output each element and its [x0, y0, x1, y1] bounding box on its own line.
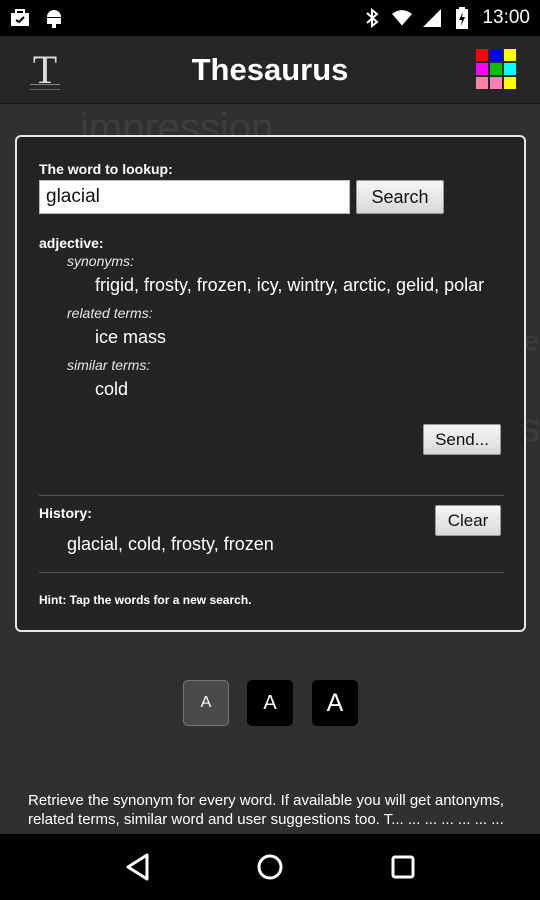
color-grid-icon[interactable] — [476, 49, 518, 91]
signal-icon — [422, 8, 442, 28]
font-size-large-button[interactable]: A — [312, 680, 358, 726]
bluetooth-icon — [362, 8, 382, 28]
back-icon[interactable] — [117, 847, 157, 887]
app-title: Thesaurus — [191, 51, 349, 87]
synonyms-list[interactable]: frigid, frosty, frozen, icy, wintry, arc… — [95, 275, 484, 296]
color-grid-cell — [504, 77, 516, 89]
search-button[interactable]: Search — [356, 180, 444, 214]
app-bar: T Thesaurus — [0, 36, 540, 104]
wifi-icon — [392, 8, 413, 28]
divider — [39, 572, 504, 573]
app-logo-icon: T — [22, 46, 68, 94]
font-size-medium-button[interactable]: A — [247, 680, 293, 726]
thesaurus-card: The word to lookup: Search adjective: sy… — [15, 135, 526, 632]
similar-terms-label: similar terms: — [67, 357, 151, 373]
status-bar: 13:00 — [0, 0, 540, 36]
divider — [39, 495, 504, 496]
main-content: impression depiction abstraction thesaur… — [0, 104, 540, 834]
lookup-label: The word to lookup: — [39, 161, 173, 177]
clock: 13:00 — [482, 7, 530, 28]
word-input[interactable] — [39, 180, 350, 214]
related-terms-list[interactable]: ice mass — [95, 327, 166, 348]
color-grid-cell — [490, 63, 502, 75]
briefcase-icon — [10, 8, 30, 28]
home-icon[interactable] — [250, 847, 290, 887]
send-button[interactable]: Send... — [423, 424, 501, 455]
color-grid-cell — [504, 63, 516, 75]
font-size-small-button[interactable]: A — [183, 680, 229, 726]
similar-terms-list[interactable]: cold — [95, 379, 128, 400]
android-icon — [44, 8, 64, 28]
synonyms-label: synonyms: — [67, 253, 134, 269]
related-terms-label: related terms: — [67, 305, 153, 321]
color-grid-cell — [476, 49, 488, 61]
color-grid-cell — [490, 77, 502, 89]
battery-icon — [452, 7, 472, 29]
color-grid-cell — [504, 49, 516, 61]
clear-history-button[interactable]: Clear — [435, 505, 501, 536]
color-grid-cell — [476, 63, 488, 75]
hint-text: Hint: Tap the words for a new search. — [39, 593, 252, 607]
app-description: Retrieve the synonym for every word. If … — [28, 792, 505, 828]
color-grid-cell — [490, 49, 502, 61]
part-of-speech-label: adjective: — [39, 235, 104, 251]
history-list[interactable]: glacial, cold, frosty, frozen — [67, 534, 274, 555]
recents-icon[interactable] — [383, 847, 423, 887]
color-grid-cell — [476, 77, 488, 89]
navigation-bar — [0, 834, 540, 900]
history-label: History: — [39, 505, 92, 521]
